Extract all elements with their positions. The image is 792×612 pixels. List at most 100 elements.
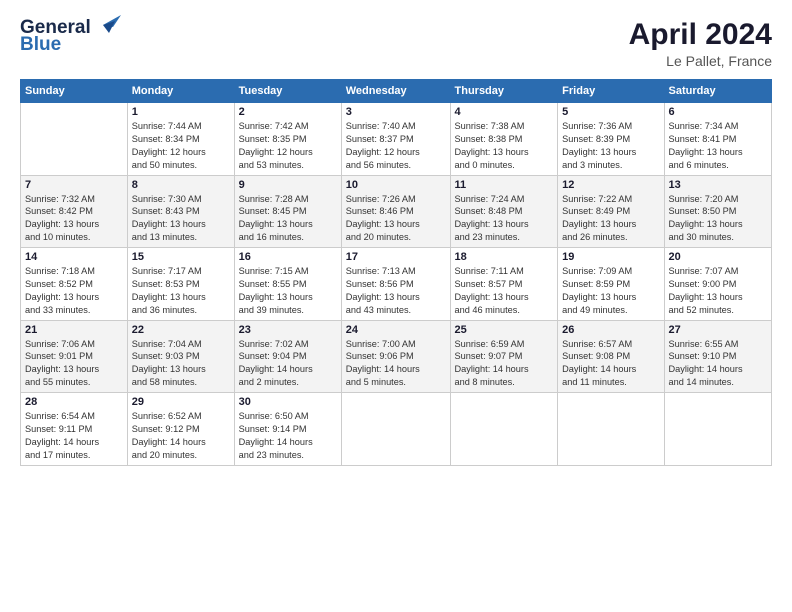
day-info: Sunrise: 7:40 AMSunset: 8:37 PMDaylight:… [346, 120, 446, 172]
day-number: 15 [132, 251, 230, 263]
calendar-week-row: 1 Sunrise: 7:44 AMSunset: 8:34 PMDaylight… [21, 103, 772, 176]
calendar-cell: 17 Sunrise: 7:13 AMSunset: 8:56 PMDayligh… [341, 248, 450, 321]
col-monday: Monday [127, 80, 234, 103]
day-info: Sunrise: 7:13 AMSunset: 8:56 PMDaylight:… [346, 265, 446, 317]
day-info: Sunrise: 6:50 AMSunset: 9:14 PMDaylight:… [239, 410, 337, 462]
calendar-cell: 11 Sunrise: 7:24 AMSunset: 8:48 PMDayligh… [450, 175, 558, 248]
calendar-week-row: 28 Sunrise: 6:54 AMSunset: 9:11 PMDayligh… [21, 393, 772, 466]
day-number: 22 [132, 324, 230, 336]
day-info: Sunrise: 7:18 AMSunset: 8:52 PMDaylight:… [25, 265, 123, 317]
col-wednesday: Wednesday [341, 80, 450, 103]
calendar-cell: 30 Sunrise: 6:50 AMSunset: 9:14 PMDayligh… [234, 393, 341, 466]
calendar-cell: 28 Sunrise: 6:54 AMSunset: 9:11 PMDayligh… [21, 393, 128, 466]
day-info: Sunrise: 7:32 AMSunset: 8:42 PMDaylight:… [25, 193, 123, 245]
calendar-cell: 26 Sunrise: 6:57 AMSunset: 9:08 PMDayligh… [558, 320, 664, 393]
calendar-cell: 4Sunrise: 7:38 AMSunset: 8:38 PMDaylight… [450, 103, 558, 176]
day-number: 17 [346, 251, 446, 263]
col-friday: Friday [558, 80, 664, 103]
calendar-cell: 1 Sunrise: 7:44 AMSunset: 8:34 PMDaylight… [127, 103, 234, 176]
day-number: 28 [25, 396, 123, 408]
day-number: 27 [669, 324, 768, 336]
day-info: Sunrise: 6:52 AMSunset: 9:12 PMDaylight:… [132, 410, 230, 462]
day-info: Sunrise: 7:11 AMSunset: 8:57 PMDaylight:… [455, 265, 554, 317]
calendar-cell: 13 Sunrise: 7:20 AMSunset: 8:50 PMDayligh… [664, 175, 772, 248]
day-number: 30 [239, 396, 337, 408]
day-number: 16 [239, 251, 337, 263]
day-info: Sunrise: 7:00 AMSunset: 9:06 PMDaylight:… [346, 338, 446, 390]
calendar-cell [341, 393, 450, 466]
day-info: Sunrise: 7:02 AMSunset: 9:04 PMDaylight:… [239, 338, 337, 390]
day-info: Sunrise: 6:57 AMSunset: 9:08 PMDaylight:… [562, 338, 659, 390]
day-info: Sunrise: 7:07 AMSunset: 9:00 PMDaylight:… [669, 265, 768, 317]
day-number: 23 [239, 324, 337, 336]
calendar-cell: 8Sunrise: 7:30 AMSunset: 8:43 PMDaylight… [127, 175, 234, 248]
calendar-cell: 2 Sunrise: 7:42 AMSunset: 8:35 PMDaylight… [234, 103, 341, 176]
day-number: 24 [346, 324, 446, 336]
day-info: Sunrise: 7:28 AMSunset: 8:45 PMDaylight:… [239, 193, 337, 245]
calendar-cell: 25Sunrise: 6:59 AMSunset: 9:07 PMDayligh… [450, 320, 558, 393]
day-info: Sunrise: 6:55 AMSunset: 9:10 PMDaylight:… [669, 338, 768, 390]
day-info: Sunrise: 7:26 AMSunset: 8:46 PMDaylight:… [346, 193, 446, 245]
day-number: 7 [25, 179, 123, 191]
col-thursday: Thursday [450, 80, 558, 103]
day-info: Sunrise: 7:34 AMSunset: 8:41 PMDaylight:… [669, 120, 768, 172]
calendar-title: April 2024 [629, 18, 772, 51]
day-number: 6 [669, 106, 768, 118]
day-number: 25 [455, 324, 554, 336]
calendar-table: Sunday Monday Tuesday Wednesday Thursday… [20, 79, 772, 466]
day-number: 18 [455, 251, 554, 263]
header: General Blue April 2024 Le Pallet, Franc… [20, 18, 772, 69]
calendar-week-row: 14 Sunrise: 7:18 AMSunset: 8:52 PMDayligh… [21, 248, 772, 321]
day-info: Sunrise: 7:42 AMSunset: 8:35 PMDaylight:… [239, 120, 337, 172]
calendar-cell: 14 Sunrise: 7:18 AMSunset: 8:52 PMDayligh… [21, 248, 128, 321]
calendar-week-row: 21 Sunrise: 7:06 AMSunset: 9:01 PMDayligh… [21, 320, 772, 393]
day-info: Sunrise: 7:09 AMSunset: 8:59 PMDaylight:… [562, 265, 659, 317]
calendar-cell: 29 Sunrise: 6:52 AMSunset: 9:12 PMDayligh… [127, 393, 234, 466]
calendar-cell: 12 Sunrise: 7:22 AMSunset: 8:49 PMDayligh… [558, 175, 664, 248]
logo-bird-icon [95, 15, 121, 37]
calendar-cell: 21 Sunrise: 7:06 AMSunset: 9:01 PMDayligh… [21, 320, 128, 393]
col-saturday: Saturday [664, 80, 772, 103]
day-info: Sunrise: 7:17 AMSunset: 8:53 PMDaylight:… [132, 265, 230, 317]
calendar-cell: 15 Sunrise: 7:17 AMSunset: 8:53 PMDayligh… [127, 248, 234, 321]
day-number: 21 [25, 324, 123, 336]
day-info: Sunrise: 7:06 AMSunset: 9:01 PMDaylight:… [25, 338, 123, 390]
day-number: 5 [562, 106, 659, 118]
day-number: 11 [455, 179, 554, 191]
day-number: 29 [132, 396, 230, 408]
calendar-cell: 19 Sunrise: 7:09 AMSunset: 8:59 PMDayligh… [558, 248, 664, 321]
day-info: Sunrise: 7:24 AMSunset: 8:48 PMDaylight:… [455, 193, 554, 245]
day-number: 10 [346, 179, 446, 191]
day-number: 1 [132, 106, 230, 118]
calendar-cell [21, 103, 128, 176]
calendar-cell: 18 Sunrise: 7:11 AMSunset: 8:57 PMDayligh… [450, 248, 558, 321]
day-number: 8 [132, 179, 230, 191]
day-info: Sunrise: 7:44 AMSunset: 8:34 PMDaylight:… [132, 120, 230, 172]
calendar-week-row: 7 Sunrise: 7:32 AMSunset: 8:42 PMDaylight… [21, 175, 772, 248]
calendar-cell: 22 Sunrise: 7:04 AMSunset: 9:03 PMDayligh… [127, 320, 234, 393]
day-info: Sunrise: 7:22 AMSunset: 8:49 PMDaylight:… [562, 193, 659, 245]
calendar-cell: 9 Sunrise: 7:28 AMSunset: 8:45 PMDaylight… [234, 175, 341, 248]
calendar-cell: 24 Sunrise: 7:00 AMSunset: 9:06 PMDayligh… [341, 320, 450, 393]
day-number: 13 [669, 179, 768, 191]
day-number: 12 [562, 179, 659, 191]
day-info: Sunrise: 7:20 AMSunset: 8:50 PMDaylight:… [669, 193, 768, 245]
page: General Blue April 2024 Le Pallet, Franc… [0, 0, 792, 612]
day-number: 14 [25, 251, 123, 263]
day-number: 9 [239, 179, 337, 191]
col-tuesday: Tuesday [234, 80, 341, 103]
day-number: 19 [562, 251, 659, 263]
day-number: 2 [239, 106, 337, 118]
calendar-cell: 3Sunrise: 7:40 AMSunset: 8:37 PMDaylight… [341, 103, 450, 176]
calendar-cell [558, 393, 664, 466]
calendar-subtitle: Le Pallet, France [629, 53, 772, 69]
day-number: 20 [669, 251, 768, 263]
title-block: April 2024 Le Pallet, France [629, 18, 772, 69]
calendar-cell: 6 Sunrise: 7:34 AMSunset: 8:41 PMDaylight… [664, 103, 772, 176]
calendar-cell: 5Sunrise: 7:36 AMSunset: 8:39 PMDaylight… [558, 103, 664, 176]
calendar-cell: 7 Sunrise: 7:32 AMSunset: 8:42 PMDaylight… [21, 175, 128, 248]
day-number: 26 [562, 324, 659, 336]
day-info: Sunrise: 6:54 AMSunset: 9:11 PMDaylight:… [25, 410, 123, 462]
day-info: Sunrise: 7:04 AMSunset: 9:03 PMDaylight:… [132, 338, 230, 390]
calendar-header-row: Sunday Monday Tuesday Wednesday Thursday… [21, 80, 772, 103]
